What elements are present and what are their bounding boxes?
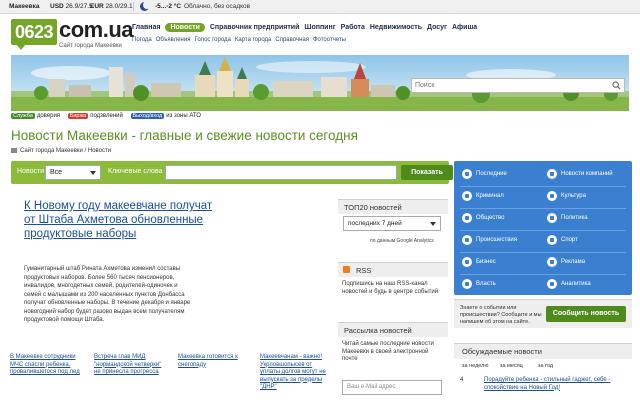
submit-news-text: Знаете о событии или происшествии? Сообщ… xyxy=(460,305,542,325)
news-category-select[interactable]: Все xyxy=(45,165,101,180)
subnav-info[interactable]: Справочная xyxy=(275,37,309,43)
nav-item-events[interactable]: Афиша xyxy=(452,24,477,31)
top20-header: ТОП20 новостей xyxy=(338,199,448,214)
society-icon xyxy=(462,213,472,223)
crime-icon xyxy=(462,191,472,201)
show-button[interactable]: Показать xyxy=(401,165,453,180)
exchange-text[interactable]: подзвлений xyxy=(90,113,123,119)
submit-news-box: Знаете о событии или происшествии? Сообщ… xyxy=(454,299,632,328)
search-input[interactable] xyxy=(412,79,614,92)
temperature: -5...-2 °C xyxy=(155,3,182,10)
nav-item-home[interactable]: Главная xyxy=(132,24,160,31)
advertising-icon xyxy=(547,257,557,267)
incidents-icon xyxy=(462,235,472,245)
email-field[interactable]: Ваш e-Mail адрес xyxy=(342,380,442,395)
divider xyxy=(460,208,626,209)
subnav-voice[interactable]: Голос города xyxy=(194,37,230,43)
rss-text[interactable]: Подпишись на наш RSS-канал новостей и бу… xyxy=(342,281,442,296)
submit-news-button[interactable]: Сообщить новость xyxy=(546,306,626,322)
rss-header: RSS xyxy=(338,262,448,277)
subnav-ads[interactable]: Объявления xyxy=(156,37,191,43)
top20-period-select[interactable]: последних 7 дней xyxy=(343,216,441,231)
logo-subtitle: Сайт города Макеевки xyxy=(59,43,122,49)
logo-domain: com.ua xyxy=(59,17,134,42)
business-icon xyxy=(462,257,472,267)
discussed-tabs: за неделю за месяц за год xyxy=(454,361,632,371)
culture-icon xyxy=(547,191,557,201)
politics-icon xyxy=(547,213,557,223)
ato-zone-tag[interactable]: Выход/вход xyxy=(130,113,165,119)
discussed-news-header: Обсуждаемые новости xyxy=(454,343,632,359)
analytics-note: по данным Google Analytics xyxy=(370,238,434,244)
keywords-label: Ключевые слова xyxy=(108,168,163,175)
nav-item-news[interactable]: Новости xyxy=(165,23,205,32)
tab-week[interactable]: за неделю xyxy=(462,363,489,369)
sub-nav: Погода Объявления Голос города Карта города… xyxy=(132,37,350,43)
news-filter-bar: Новости Все Ключевые слова Показать xyxy=(11,161,453,184)
divider xyxy=(460,252,626,253)
government-icon xyxy=(462,279,472,289)
news-link-3[interactable]: Макеевка готовится к снегопаду xyxy=(178,354,248,369)
news-categories-panel: Последние Новости компаний Криминал Куль… xyxy=(454,161,632,295)
discussed-news-link[interactable]: Порадуйте ребенка - стильный гаджет, себ… xyxy=(484,377,619,392)
keywords-input[interactable] xyxy=(165,165,397,180)
weather-condition: Облачно, без осадков xyxy=(184,3,251,10)
nav-item-realty[interactable]: Недвижимость xyxy=(370,24,422,31)
news-filter-label: Новости xyxy=(17,168,45,175)
mailing-text: Читай самые последние новости Макеевки в… xyxy=(342,341,434,362)
nav-item-directory[interactable]: Справочник предприятий xyxy=(210,24,300,31)
usd-rate: USD 26.9/27.5 xyxy=(50,3,93,10)
breadcrumb: Сайт города Макеевки / Новости xyxy=(11,148,111,154)
comment-count: 4 xyxy=(460,377,464,383)
search-icon[interactable] xyxy=(612,81,621,90)
tab-month[interactable]: за месяц xyxy=(500,363,523,369)
chevron-down-icon xyxy=(430,222,436,226)
latest-icon xyxy=(462,169,472,179)
eur-rate: EUR 28.0/29.1 xyxy=(90,3,133,10)
city-name: Макеевка xyxy=(9,3,40,10)
sport-ball-icon xyxy=(547,235,557,245)
rss-icon[interactable] xyxy=(343,266,350,273)
subnav-map[interactable]: Карта города xyxy=(235,37,272,43)
news-link-1[interactable]: В Макеевке сотрудники МЧС спасли ребенка… xyxy=(10,354,80,377)
mailing-header: Рассылка новостей xyxy=(338,322,448,337)
quick-links: Служба доверия Биржа подзвлений Выход/вход… xyxy=(11,113,207,119)
search-box xyxy=(411,78,625,93)
logo-code: 0623 xyxy=(11,19,57,50)
subnav-weather[interactable]: Погода xyxy=(132,37,152,43)
tab-year[interactable]: за год xyxy=(538,363,553,369)
article-title-link[interactable]: К Новому году макеевчане получат от Штаб… xyxy=(24,199,214,241)
trust-service-tag[interactable]: Служба xyxy=(11,113,35,119)
nav-item-shopping[interactable]: Шоппинг xyxy=(304,24,335,31)
ato-zone-text[interactable]: из зоны АТО xyxy=(166,113,201,119)
breadcrumb-text[interactable]: Сайт города Макеевки / Новости xyxy=(20,148,111,154)
page-title: Новости Макеевки - главные и свежие ново… xyxy=(11,128,358,143)
moon-weather-icon xyxy=(140,1,151,11)
exchange-tag[interactable]: Биржа xyxy=(67,113,89,119)
main-nav: Главная Новости Справочник предприятий Шопп… xyxy=(132,23,482,35)
top-info-bar: Макеевка USD 26.9/27.5 EUR 28.0/29.1 -5.… xyxy=(0,0,640,14)
nav-item-leisure[interactable]: Досуг xyxy=(427,24,447,31)
divider xyxy=(460,274,626,275)
home-icon[interactable] xyxy=(11,148,17,153)
city-banner xyxy=(11,55,629,111)
subnav-photos[interactable]: Фотоотчеты xyxy=(313,37,346,43)
company-news-icon xyxy=(547,169,557,179)
analytics-icon xyxy=(547,279,557,289)
divider xyxy=(460,230,626,231)
article-summary: Гуманитарный штаб Рината Ахметова измени… xyxy=(24,266,191,323)
divider xyxy=(133,2,134,11)
divider xyxy=(460,186,626,187)
trust-service-text[interactable]: доверия xyxy=(37,113,60,119)
nav-item-jobs[interactable]: Работа xyxy=(341,24,365,31)
news-link-4[interactable]: Макеевчанам - важно! Укрповшопысев от уп… xyxy=(260,354,330,392)
news-link-2[interactable]: Встреча глав МИД "нормандской четверки" … xyxy=(94,354,164,377)
chevron-down-icon xyxy=(90,171,96,175)
